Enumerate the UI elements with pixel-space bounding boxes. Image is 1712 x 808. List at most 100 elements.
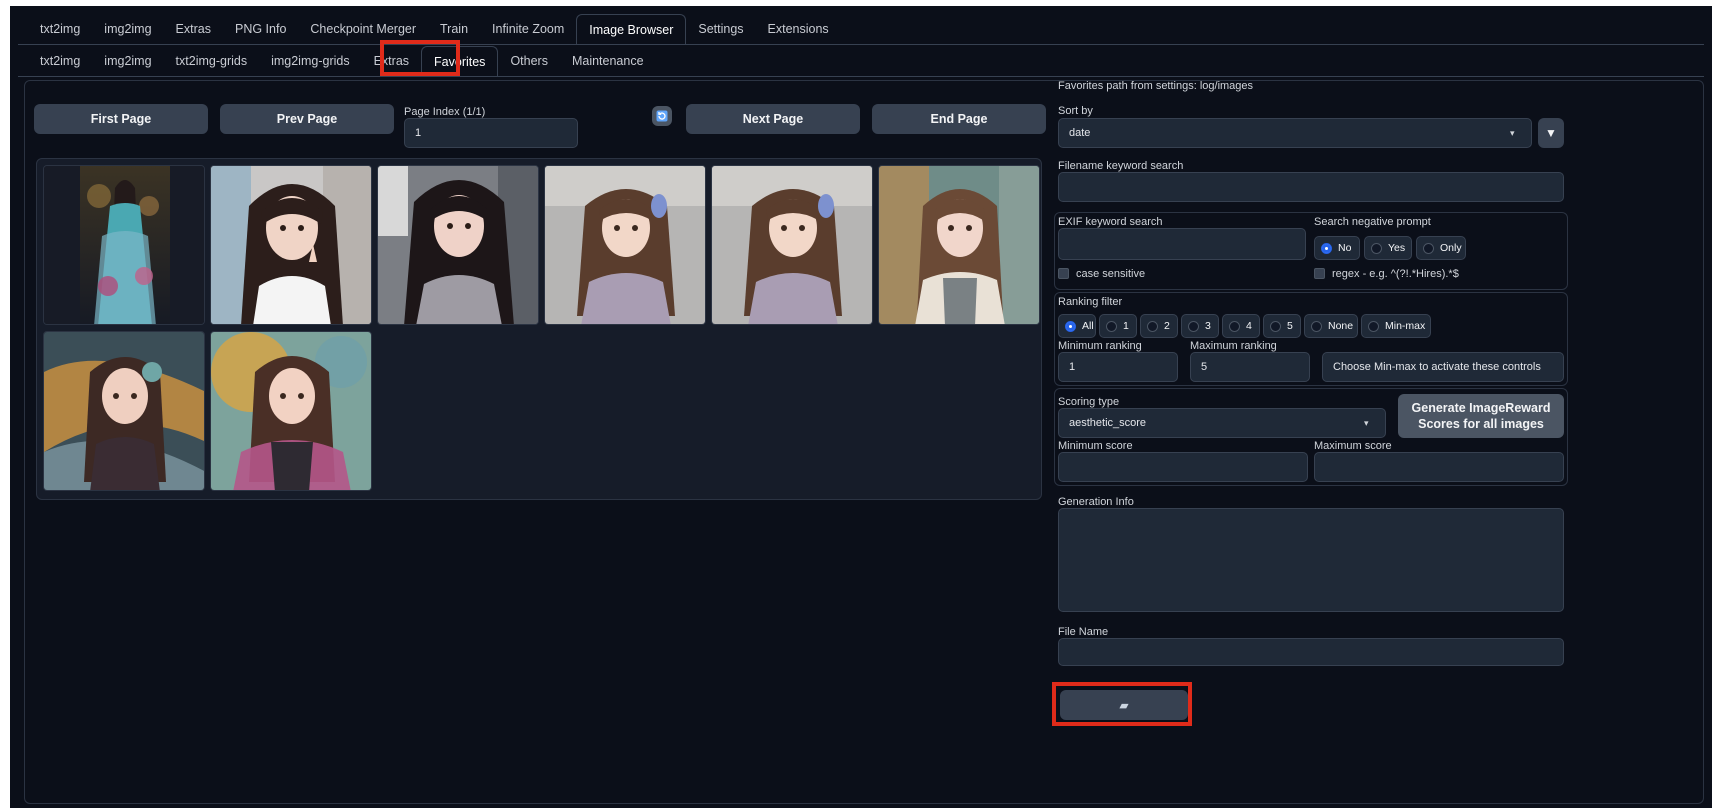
ranking-4-radio[interactable]: 4 [1222, 314, 1260, 338]
radio-label: 1 [1123, 320, 1129, 332]
generate-imagereward-button[interactable]: Generate ImageReward Scores for all imag… [1398, 394, 1564, 438]
tab-txt2img[interactable]: txt2img [28, 14, 92, 44]
tab-img2img[interactable]: img2img [92, 14, 163, 44]
ranking-all-radio[interactable]: All [1058, 314, 1096, 338]
tab-train[interactable]: Train [428, 14, 480, 44]
subtab-img2img[interactable]: img2img [92, 46, 163, 76]
tab-image-browser[interactable]: Image Browser [576, 14, 687, 44]
file-name-label: File Name [1058, 626, 1109, 638]
radio-dot-icon [1371, 242, 1382, 254]
max-score-label: Maximum score [1314, 440, 1392, 452]
radio-dot-icon [1106, 320, 1117, 332]
exif-search-input[interactable] [1058, 228, 1306, 260]
generation-info-textarea[interactable] [1058, 508, 1564, 612]
next-page-button[interactable]: Next Page [686, 104, 860, 134]
exif-search-label: EXIF keyword search [1058, 216, 1163, 228]
first-page-button[interactable]: First Page [34, 104, 208, 134]
ranking-none-radio[interactable]: None [1304, 314, 1358, 338]
max-ranking-input[interactable]: 5 [1190, 352, 1310, 382]
radio-label: Only [1440, 242, 1462, 254]
gallery-image[interactable] [878, 165, 1040, 325]
prev-page-button[interactable]: Prev Page [220, 104, 394, 134]
subtab-maintenance[interactable]: Maintenance [560, 46, 656, 76]
max-score-input[interactable] [1314, 452, 1564, 482]
radio-label: 2 [1164, 320, 1170, 332]
gallery-image[interactable] [210, 331, 372, 491]
radio-dot-icon [1368, 320, 1379, 332]
subtab-extras[interactable]: Extras [362, 46, 421, 76]
generation-info-label: Generation Info [1058, 496, 1134, 508]
gallery-image[interactable] [43, 331, 205, 491]
gallery-image[interactable] [544, 165, 706, 325]
tab-checkpoint-merger[interactable]: Checkpoint Merger [298, 14, 428, 44]
page-index-label: Page Index (1/1) [404, 106, 486, 118]
tab-png-info[interactable]: PNG Info [223, 14, 298, 44]
min-score-label: Minimum score [1058, 440, 1133, 452]
tab-infinite-zoom[interactable]: Infinite Zoom [480, 14, 576, 44]
gallery-image[interactable] [210, 165, 372, 325]
image-gallery [36, 158, 1042, 500]
radio-dot-icon [1321, 242, 1332, 254]
neg-prompt-radio-group: No Yes Only [1314, 236, 1474, 260]
case-sensitive-checkbox[interactable] [1058, 268, 1069, 279]
neg-prompt-yes-radio[interactable]: Yes [1364, 236, 1412, 260]
neg-prompt-label: Search negative prompt [1314, 216, 1431, 228]
refresh-icon [656, 110, 668, 122]
sort-by-value: date [1069, 127, 1091, 139]
radio-dot-icon [1188, 320, 1199, 332]
file-name-input[interactable] [1058, 638, 1564, 666]
tab-extensions[interactable]: Extensions [756, 14, 841, 44]
open-folder-button[interactable]: ▰ [1060, 690, 1188, 720]
gallery-image[interactable] [377, 165, 539, 325]
filename-search-input[interactable] [1058, 172, 1564, 202]
refresh-button[interactable] [652, 106, 672, 126]
radio-label: 5 [1287, 320, 1293, 332]
tab-settings[interactable]: Settings [686, 14, 755, 44]
ranking-minmax-radio[interactable]: Min-max [1361, 314, 1431, 338]
sub-tab-bar: txt2img img2img txt2img-grids img2img-gr… [28, 46, 656, 76]
filename-search-label: Filename keyword search [1058, 160, 1184, 172]
regex-checkbox[interactable] [1314, 268, 1325, 279]
radio-label: 3 [1205, 320, 1211, 332]
subtab-others[interactable]: Others [498, 46, 560, 76]
radio-label: Yes [1388, 242, 1406, 254]
page-index-input[interactable]: 1 [404, 118, 578, 148]
radio-dot-icon [1270, 320, 1281, 332]
ranking-5-radio[interactable]: 5 [1263, 314, 1301, 338]
end-page-button[interactable]: End Page [872, 104, 1046, 134]
subtab-txt2img-grids[interactable]: txt2img-grids [164, 46, 260, 76]
tab-extras[interactable]: Extras [164, 14, 223, 44]
generate-button-line1: Generate ImageReward [1411, 401, 1551, 415]
folder-icon: ▰ [1119, 699, 1129, 712]
sort-direction-button[interactable]: ▼ [1538, 118, 1564, 148]
subtab-favorites[interactable]: Favorites [421, 46, 499, 76]
min-ranking-label: Minimum ranking [1058, 340, 1142, 352]
ranking-filter-label: Ranking filter [1058, 296, 1123, 308]
gallery-image[interactable] [43, 165, 205, 325]
sort-direction-icon: ▼ [1545, 126, 1557, 140]
radio-dot-icon [1311, 320, 1322, 332]
subtab-txt2img[interactable]: txt2img [28, 46, 92, 76]
scoring-type-select[interactable]: aesthetic_score [1058, 408, 1386, 438]
gallery-image[interactable] [711, 165, 873, 325]
neg-prompt-only-radio[interactable]: Only [1416, 236, 1466, 260]
min-score-input[interactable] [1058, 452, 1308, 482]
radio-dot-icon [1147, 320, 1158, 332]
scoring-type-label: Scoring type [1058, 396, 1120, 408]
subtab-img2img-grids[interactable]: img2img-grids [259, 46, 362, 76]
ranking-2-radio[interactable]: 2 [1140, 314, 1178, 338]
sort-by-select[interactable]: date [1058, 118, 1532, 148]
radio-label: None [1328, 320, 1354, 332]
regex-label: regex - e.g. ^(?!.*Hires).*$ [1332, 268, 1459, 280]
ranking-1-radio[interactable]: 1 [1099, 314, 1137, 338]
max-ranking-label: Maximum ranking [1190, 340, 1277, 352]
min-ranking-input[interactable]: 1 [1058, 352, 1178, 382]
radio-dot-icon [1065, 320, 1076, 332]
ranking-3-radio[interactable]: 3 [1181, 314, 1219, 338]
radio-label: No [1338, 242, 1352, 254]
neg-prompt-no-radio[interactable]: No [1314, 236, 1360, 260]
radio-dot-icon [1423, 242, 1434, 254]
radio-label: All [1082, 320, 1094, 332]
case-sensitive-label: case sensitive [1076, 268, 1146, 280]
main-tab-divider [18, 44, 1704, 45]
